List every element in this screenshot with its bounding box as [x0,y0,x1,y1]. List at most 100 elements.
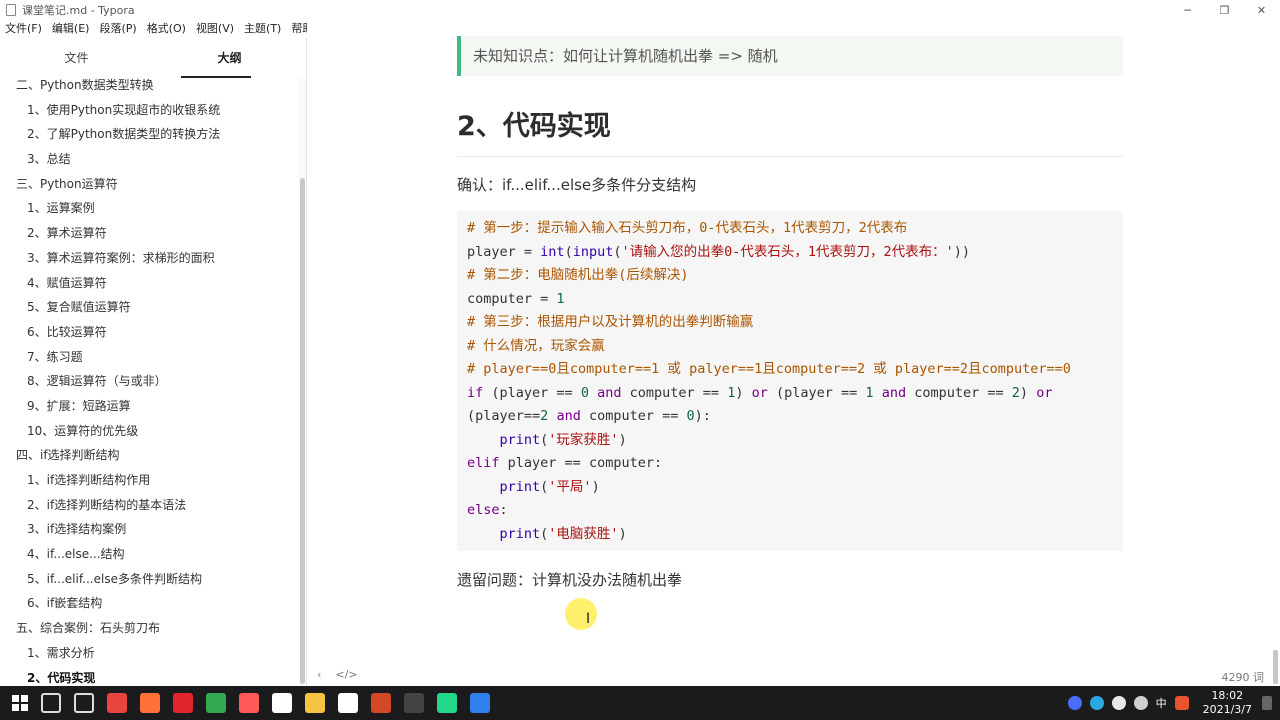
source-mode-icon[interactable]: </> [335,668,357,681]
outline-list: 二、Python数据类型转换 1、使用Python实现超市的收银系统 2、了解Pyt… [0,73,298,686]
outline-item[interactable]: 6、比较运算符 [0,320,298,345]
outline-item[interactable]: 1、if选择判断结构作用 [0,468,298,493]
outline-item[interactable]: 4、if...else...结构 [0,542,298,567]
code-token: and [597,384,622,401]
remaining-issue-paragraph[interactable]: 遗留问题：计算机没办法随机出拳 [457,569,682,590]
tray-cloud-icon[interactable] [1089,696,1104,710]
menu-view[interactable]: 视图(V) [191,20,239,38]
outline-item[interactable]: 10、运算符的优先级 [0,419,298,444]
intro-paragraph[interactable]: 确认：if...elif...else多条件分支结构 [457,174,696,195]
screen-record-icon[interactable] [239,693,259,713]
text-cursor-icon: I [586,611,591,627]
blockquote-callout[interactable]: 未知知识点：如何让计算机随机出拳 => 随机 [457,36,1123,76]
menu-theme[interactable]: 主题(T) [239,20,286,38]
outline-item[interactable]: 5、if...elif...else多条件判断结构 [0,567,298,592]
outline-item[interactable]: 2、代码实现 [0,666,298,687]
outline-item[interactable]: 3、总结 [0,147,298,172]
start-menu-icon[interactable] [12,695,28,711]
code-token: == [987,384,1004,401]
clock[interactable]: 18:02 2021/3/7 [1203,689,1252,717]
outline-item[interactable]: 2、了解Python数据类型的转换方法 [0,122,298,147]
pycharm-icon[interactable] [437,693,457,713]
code-token: or [751,384,768,401]
outline-item[interactable]: 1、需求分析 [0,641,298,666]
word-count[interactable]: 4290 词 [1222,669,1265,685]
code-line: # 第二步：电脑随机出拳(后续解决) [467,264,1123,288]
menu-format[interactable]: 格式(O) [142,20,191,38]
outline-item[interactable]: 四、if选择判断结构 [0,443,298,468]
outline-item[interactable]: 8、逻辑运算符（与或非） [0,369,298,394]
youdao-icon[interactable] [173,693,193,713]
ime-indicator[interactable]: 中 [1156,695,1167,711]
file-explorer-icon[interactable] [305,693,325,713]
volume-icon[interactable] [1133,696,1148,710]
menu-edit[interactable]: 编辑(E) [47,20,95,38]
editor-scrollbar-track[interactable] [1271,20,1280,686]
code-block[interactable]: # 第一步：提示输入输入石头剪刀布，0-代表石头，1代表剪刀，2代表布 playe… [457,211,1123,551]
sidebar-scrollbar-thumb[interactable] [300,178,305,684]
outline-item[interactable]: 4、赋值运算符 [0,271,298,296]
close-button[interactable]: ✕ [1243,0,1280,20]
outline-item[interactable]: 9、扩展：短路运算 [0,394,298,419]
code-token: '平局' [548,478,592,495]
menu-file[interactable]: 文件(F) [0,20,47,38]
tab-outline[interactable]: 大纲 [153,38,306,78]
outline-item[interactable]: 二、Python数据类型转换 [0,73,298,98]
code-line: print('电脑获胜') [467,523,1123,547]
outline-item[interactable]: 三、Python运算符 [0,172,298,197]
code-token: = [523,243,541,260]
notification-icon[interactable] [1262,696,1272,710]
minimize-button[interactable]: ─ [1169,0,1206,20]
sidebar: 文件 大纲 二、Python数据类型转换 1、使用Python实现超市的收银系统 2… [0,38,307,686]
code-token: (player [483,384,557,401]
outline-item[interactable]: 5、复合赋值运算符 [0,295,298,320]
menu-paragraph[interactable]: 段落(P) [94,20,141,38]
outline-item[interactable]: 6、if嵌套结构 [0,591,298,616]
network-icon[interactable] [1111,696,1126,710]
tab-files[interactable]: 文件 [0,38,153,78]
typora-icon[interactable] [338,693,358,713]
heading-divider [457,156,1123,157]
tray-app-icon[interactable] [1067,696,1082,710]
outline-item[interactable]: 2、if选择判断结构的基本语法 [0,493,298,518]
toggle-sidebar-icon[interactable]: ‹ [317,668,321,681]
browser-icon[interactable] [272,693,292,713]
maximize-button[interactable]: ❐ [1206,0,1243,20]
code-line: # 第三步：根据用户以及计算机的出拳判断输赢 [467,311,1123,335]
sogou-ime-icon[interactable] [1174,696,1189,710]
code-token: : [499,502,508,518]
outline-item[interactable]: 1、使用Python实现超市的收银系统 [0,98,298,123]
outline-item[interactable]: 3、算术运算符案例：求梯形的面积 [0,246,298,271]
code-line: else: [467,499,1123,523]
code-token: ) [1019,384,1037,401]
search-icon[interactable] [41,693,61,713]
code-token: 2 [1011,384,1020,401]
code-token: computer [467,290,541,307]
chrome-alt-icon[interactable] [206,693,226,713]
powerpoint-icon[interactable] [371,693,391,713]
system-tray: 中 18:02 2021/3/7 [1067,686,1280,720]
code-token: input [572,243,614,260]
code-token: 0 [580,384,589,401]
outline-item[interactable]: 7、练习题 [0,345,298,370]
outline-item[interactable]: 3、if选择结构案例 [0,517,298,542]
outline-item[interactable]: 1、运算案例 [0,196,298,221]
editor-area[interactable]: 未知知识点：如何让计算机随机出拳 => 随机 2、代码实现 确认：if...el… [307,20,1280,686]
task-view-icon[interactable] [74,693,94,713]
chrome-icon[interactable] [107,693,127,713]
code-token: # 第一步：提示输入输入石头剪刀布，0-代表石头，1代表剪刀，2代表布 [467,220,908,236]
clock-time: 18:02 [1211,689,1244,702]
outline-item[interactable]: 五、综合案例：石头剪刀布 [0,616,298,641]
recorder-icon[interactable] [404,693,424,713]
code-line: # 第一步：提示输入输入石头剪刀布，0-代表石头，1代表剪刀，2代表布 [467,217,1123,241]
code-token: ) [735,384,752,401]
window-controls: ─ ❐ ✕ [1169,0,1280,20]
code-token: == [556,384,573,401]
outline-item[interactable]: 2、算术运算符 [0,221,298,246]
code-token: # 第三步：根据用户以及计算机的出拳判断输赢 [467,314,754,330]
vscode-icon[interactable] [470,693,490,713]
section-heading[interactable]: 2、代码实现 [457,104,611,143]
firefox-icon[interactable] [140,693,160,713]
